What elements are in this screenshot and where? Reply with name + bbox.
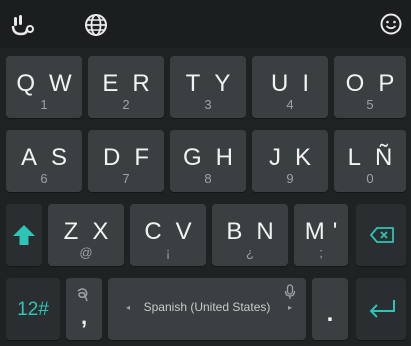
shift-arrow-icon <box>12 223 36 252</box>
keyboard-toolbar <box>0 0 411 48</box>
key-letter: ' <box>332 218 338 245</box>
key-j-k[interactable]: J K 9 <box>252 130 328 192</box>
key-letter: X <box>92 218 109 245</box>
key-hint: 7 <box>122 171 130 186</box>
key-hint: 8 <box>204 171 212 186</box>
key-letter: R <box>132 70 150 97</box>
key-hint: 0 <box>366 171 374 186</box>
period-label: . <box>326 300 334 327</box>
key-letter: C <box>144 218 162 245</box>
key-letter: P <box>378 70 395 97</box>
key-c-v[interactable]: C V ¡ <box>130 204 206 266</box>
key-m-apostrophe[interactable]: M ' ; <box>294 204 348 266</box>
key-letter: S <box>51 144 68 171</box>
key-hint: 4 <box>286 97 294 112</box>
key-letter: L <box>347 144 361 171</box>
key-hint: ; <box>319 245 323 260</box>
key-letter: Y <box>214 70 231 97</box>
key-letter: H <box>215 144 233 171</box>
comma-label: , <box>80 304 88 329</box>
key-letter: J <box>268 144 281 171</box>
key-letter: Z <box>63 218 79 245</box>
key-d-f[interactable]: D F 7 <box>88 130 164 192</box>
comma-key[interactable]: , <box>66 278 102 340</box>
key-q-w[interactable]: Q W 1 <box>6 56 82 118</box>
key-letter: T <box>185 70 201 97</box>
key-letter: G <box>182 144 202 171</box>
key-letter: M <box>304 218 325 245</box>
key-t-y[interactable]: T Y 3 <box>170 56 246 118</box>
key-hint: 5 <box>366 97 374 112</box>
key-letter: Q <box>16 70 35 97</box>
enter-arrow-icon <box>368 298 396 325</box>
numbers-symbols-key[interactable]: 12# <box>6 278 60 340</box>
space-key[interactable]: ◂ ▸ Spanish (United States) <box>108 278 306 340</box>
key-letter: O <box>345 70 365 97</box>
key-letter: Ñ <box>375 144 393 171</box>
key-letter: K <box>294 144 311 171</box>
keyboard-logo-icon[interactable] <box>10 12 36 38</box>
key-hint: ¿ <box>246 245 254 260</box>
numbers-key-label: 12# <box>17 299 49 320</box>
key-o-p[interactable]: O P 5 <box>334 56 406 118</box>
key-letter: B <box>226 218 243 245</box>
key-hint: @ <box>79 245 93 260</box>
key-letter: I <box>302 70 309 97</box>
key-hint: 3 <box>204 97 212 112</box>
globe-icon[interactable] <box>83 12 109 38</box>
backspace-icon <box>369 227 394 248</box>
key-z-x[interactable]: Z X @ <box>48 204 124 266</box>
key-letter: A <box>20 144 37 171</box>
key-l-n-tilde[interactable]: L Ñ 0 <box>334 130 406 192</box>
key-hint: ¡ <box>165 245 171 260</box>
keyboard: Q W 1 E R 2 T Y 3 U I 4 O P 5 A S 6 D F … <box>0 0 411 346</box>
key-letter: W <box>49 70 72 97</box>
space-language-label: Spanish (United States) <box>143 300 271 314</box>
key-hint: 9 <box>286 171 294 186</box>
key-hint: 6 <box>40 171 48 186</box>
emoji-icon[interactable] <box>379 12 405 38</box>
key-letter: V <box>175 218 192 245</box>
key-e-r[interactable]: E R 2 <box>88 56 164 118</box>
key-letter: U <box>270 70 289 97</box>
key-letter: E <box>102 70 119 97</box>
key-b-n[interactable]: B N ¿ <box>212 204 288 266</box>
key-hint: 2 <box>122 97 130 112</box>
shift-key[interactable] <box>6 204 42 266</box>
key-letter: D <box>102 144 121 171</box>
key-letter: F <box>134 144 149 171</box>
key-hint: 1 <box>40 97 48 112</box>
backspace-key[interactable] <box>356 204 406 266</box>
key-a-s[interactable]: A S 6 <box>6 130 82 192</box>
key-u-i[interactable]: U I 4 <box>252 56 328 118</box>
enter-key[interactable] <box>356 278 406 340</box>
key-letter: N <box>256 218 274 245</box>
period-key[interactable]: . <box>312 278 348 340</box>
key-g-h[interactable]: G H 8 <box>170 130 246 192</box>
